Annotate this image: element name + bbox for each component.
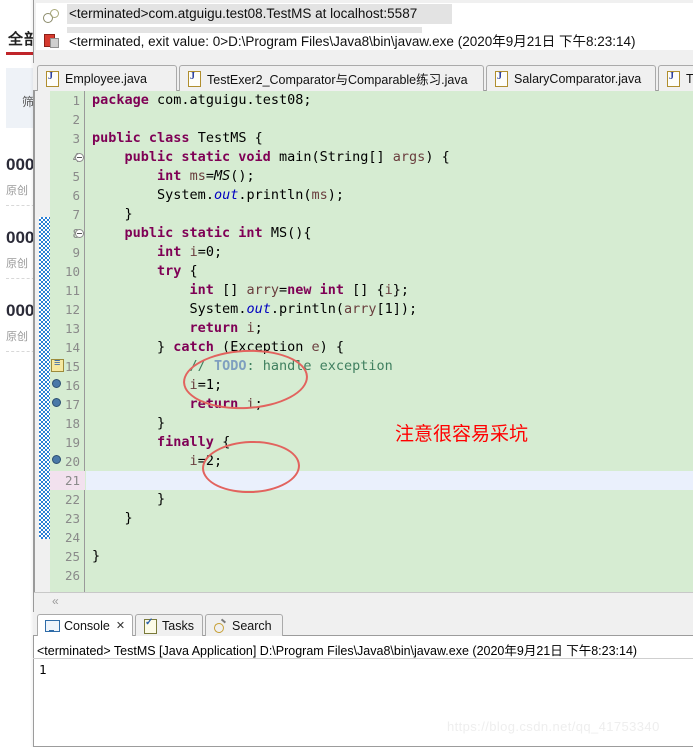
editor-tab-label: SalaryComparator.java <box>514 71 642 86</box>
scroll-left-icon[interactable]: « <box>52 594 59 608</box>
tab-search[interactable]: Search <box>205 614 283 636</box>
editor-tab-strip: Employee.java TestExer2_Comparator与Compa… <box>33 63 693 91</box>
console-output-text: 1 <box>39 662 47 677</box>
java-file-icon <box>46 71 59 87</box>
console-tab-label: Tasks <box>162 618 194 633</box>
debug-launch-icon <box>41 7 61 25</box>
change-ruler <box>39 217 50 539</box>
tooltip-line-2: <terminated, exit value: 0>D:\Program Fi… <box>69 34 636 49</box>
tab-tasks[interactable]: Tasks <box>135 614 203 636</box>
fold-collapse-icon[interactable] <box>75 153 84 162</box>
screenshot-root: 全部 筛选 000 原创 000 原创 000 原创 Employee.java <box>0 0 693 747</box>
todo-task-icon[interactable] <box>51 357 64 372</box>
fold-collapse-icon[interactable] <box>75 229 84 238</box>
console-icon <box>45 619 60 633</box>
editor-tab-overflow[interactable]: T <box>658 65 693 91</box>
annotation-note: 注意很容易采坑 <box>395 423 529 445</box>
java-file-icon <box>667 71 680 87</box>
console-tab-label: Search <box>232 618 272 633</box>
breakpoint-icon[interactable] <box>52 455 61 464</box>
java-file-icon <box>188 71 201 87</box>
editor-tab-label: T <box>686 71 693 86</box>
divider <box>33 658 693 659</box>
tasks-icon <box>143 617 157 634</box>
tooltip-row-exitvalue[interactable]: <terminated, exit value: 0>D:\Program Fi… <box>36 27 693 49</box>
tooltip-row-terminated[interactable]: <terminated>com.atguigu.test08.TestMS at… <box>36 3 693 25</box>
editor-tab-salarycomparator[interactable]: SalaryComparator.java <box>486 65 656 91</box>
terminated-process-icon <box>41 31 61 49</box>
editor-tab-employee[interactable]: Employee.java <box>37 65 177 91</box>
editor-horizontal-scrollbar[interactable]: « <box>34 592 693 608</box>
tooltip-line-1: <terminated>com.atguigu.test08.TestMS at… <box>69 6 418 21</box>
breakpoint-icon[interactable] <box>52 398 61 407</box>
java-file-icon <box>495 71 508 87</box>
editor-tab-label: TestExer2_Comparator与Comparable练习.java <box>207 73 468 87</box>
breakpoint-icon[interactable] <box>52 379 61 388</box>
console-tab-label: Console <box>64 618 110 633</box>
search-icon <box>213 619 227 633</box>
code-editor[interactable]: 1 2 3 4 5 6 7 8 9 10 11 12 13 14 15 16 1… <box>34 91 693 592</box>
tab-console[interactable]: Console ✕ <box>37 614 133 636</box>
console-launch-header: <terminated> TestMS [Java Application] D… <box>37 644 638 658</box>
console-tab-strip: Console ✕ Tasks Search <box>33 612 693 636</box>
close-icon[interactable]: ✕ <box>116 619 125 632</box>
current-line-highlight <box>86 471 693 490</box>
editor-tab-label: Employee.java <box>65 71 147 86</box>
launch-tooltip-popup: <terminated>com.atguigu.test08.TestMS at… <box>36 3 693 50</box>
editor-tab-testexer2[interactable]: TestExer2_Comparator与Comparable练习.java <box>179 65 484 91</box>
csdn-watermark: https://blog.csdn.net/qq_41753340 <box>447 719 660 734</box>
console-left-border <box>33 636 34 747</box>
